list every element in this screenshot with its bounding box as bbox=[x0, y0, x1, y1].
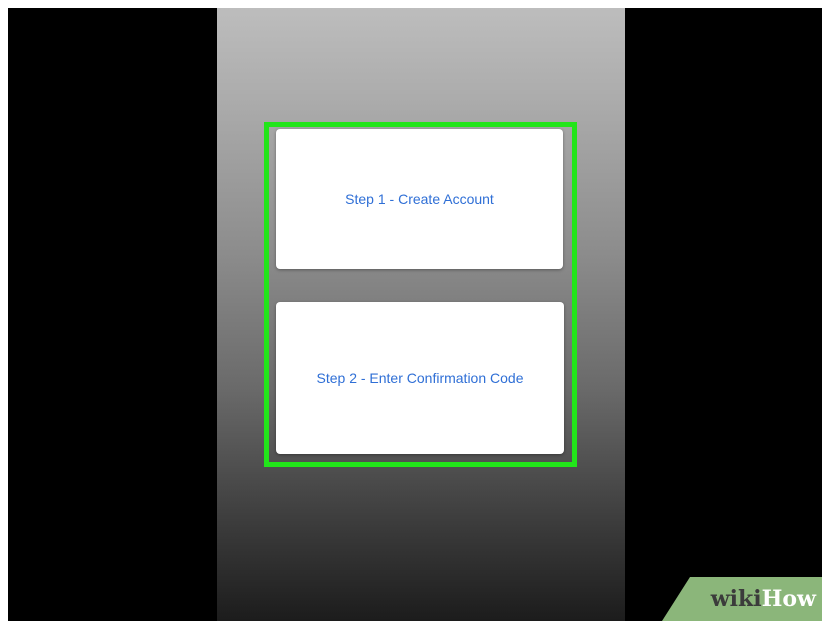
screenshot-frame: Step 1 - Create Account Step 2 - Enter C… bbox=[8, 8, 822, 621]
enter-confirmation-code-label: Step 2 - Enter Confirmation Code bbox=[316, 370, 524, 386]
enter-confirmation-code-button[interactable]: Step 2 - Enter Confirmation Code bbox=[276, 302, 564, 454]
watermark-wiki-text: wiki bbox=[710, 586, 762, 612]
create-account-button[interactable]: Step 1 - Create Account bbox=[276, 129, 563, 269]
wikihow-watermark: wiki How bbox=[662, 577, 822, 621]
watermark-how-text: How bbox=[761, 586, 816, 612]
create-account-label: Step 1 - Create Account bbox=[345, 191, 494, 207]
